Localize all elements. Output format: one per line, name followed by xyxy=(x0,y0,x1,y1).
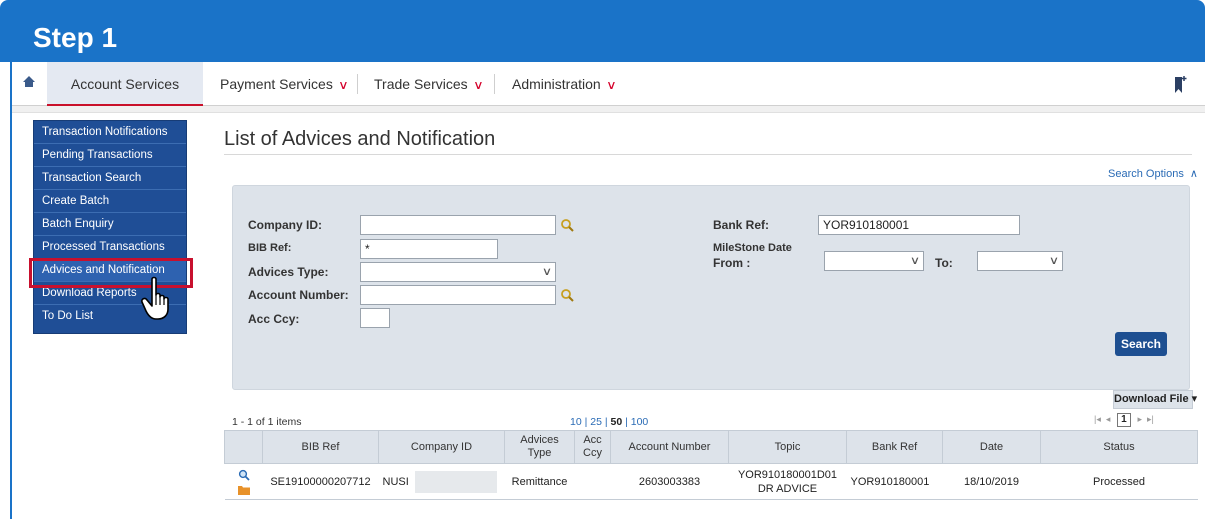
cell-topic: YOR910180001D01 DR ADVICE xyxy=(728,463,847,500)
nav-divider xyxy=(494,74,495,94)
nav-tab-label: Account Services xyxy=(70,76,180,92)
chevron-down-icon: ∨ xyxy=(605,78,617,92)
cell-status: Processed xyxy=(1040,463,1198,500)
nav-tab-label: Payment Services xyxy=(220,76,333,92)
search-icon[interactable] xyxy=(560,288,574,302)
search-icon[interactable] xyxy=(560,218,574,232)
last-page-icon[interactable]: ▸| xyxy=(1147,414,1154,424)
step-title: Step 1 xyxy=(33,22,118,53)
sidebar-item-create-batch[interactable]: Create Batch xyxy=(34,190,186,213)
column-header-bib-ref[interactable]: BIB Ref xyxy=(262,430,379,464)
row-actions xyxy=(224,463,263,500)
column-header-advices-type[interactable]: Advices Type xyxy=(504,430,575,464)
prev-page-icon[interactable]: ◂ xyxy=(1106,414,1111,424)
to-date-select[interactable]: ∨ xyxy=(977,251,1063,271)
column-header-account-number[interactable]: Account Number xyxy=(610,430,729,464)
nav-subbar xyxy=(12,106,1205,113)
chevron-up-icon: ∧ xyxy=(1189,168,1198,180)
column-header-acc-ccy[interactable]: Acc Ccy xyxy=(574,430,611,464)
advices-type-label: Advices Type: xyxy=(248,265,329,279)
milestone-date-label: MileStone Date xyxy=(713,242,792,254)
chevron-down-icon: ∨ xyxy=(337,78,349,92)
cell-account-number: 2603003383 xyxy=(610,463,729,500)
top-nav: Account Services Payment Services ∨ Trade… xyxy=(12,62,1205,106)
company-id-input[interactable] xyxy=(360,215,556,235)
nav-tab-trade-services[interactable]: Trade Services ∨ xyxy=(374,62,484,106)
nav-tab-account-services[interactable]: Account Services xyxy=(47,62,203,106)
table-header-row: BIB Ref Company ID Advices Type Acc Ccy … xyxy=(224,430,1198,464)
cell-acc-ccy xyxy=(574,463,611,500)
chevron-down-icon: ∨ xyxy=(909,255,921,267)
home-icon[interactable] xyxy=(20,73,38,91)
sidebar-item-pending-transactions[interactable]: Pending Transactions xyxy=(34,144,186,167)
sidebar-item-processed-transactions[interactable]: Processed Transactions xyxy=(34,236,186,259)
bib-ref-input[interactable] xyxy=(360,239,498,259)
step-header: Step 1 xyxy=(0,0,1205,62)
nav-tab-administration[interactable]: Administration ∨ xyxy=(512,62,616,106)
column-header-topic[interactable]: Topic xyxy=(728,430,847,464)
from-date-select[interactable]: ∨ xyxy=(824,251,924,271)
search-panel: Company ID: BIB Ref: Advices Type: ∨ Acc… xyxy=(232,185,1190,390)
items-count: 1 - 1 of 1 items xyxy=(232,416,302,428)
search-options-toggle[interactable]: Search Options ∧ xyxy=(1108,167,1198,180)
page-size-option[interactable]: 25 xyxy=(590,416,602,428)
cell-bank-ref: YOR910180001 xyxy=(846,463,943,500)
page-title: List of Advices and Notification xyxy=(224,128,496,150)
company-id-value: NUSI xyxy=(382,475,409,488)
nav-tab-payment-services[interactable]: Payment Services ∨ xyxy=(220,62,349,106)
bookmark-icon[interactable] xyxy=(1172,75,1188,95)
cell-bib-ref: SE19100000207712 xyxy=(262,463,379,500)
bank-ref-label: Bank Ref: xyxy=(713,218,770,232)
page-size-option[interactable]: 10 xyxy=(570,416,582,428)
redacted-mask xyxy=(414,470,497,493)
download-file-label: Download File xyxy=(1114,393,1189,405)
cell-company-id: NUSI xyxy=(378,463,505,500)
column-header-bank-ref[interactable]: Bank Ref xyxy=(846,430,943,464)
results-table: BIB Ref Company ID Advices Type Acc Ccy … xyxy=(224,430,1198,500)
sidebar-item-batch-enquiry[interactable]: Batch Enquiry xyxy=(34,213,186,236)
title-divider xyxy=(224,154,1192,155)
current-page[interactable]: 1 xyxy=(1116,413,1131,427)
download-file-button[interactable]: Download File ▾ xyxy=(1113,390,1197,409)
cell-advices-type: Remittance xyxy=(504,463,575,500)
page-size-selector: 10 | 25 | 50 | 100 xyxy=(570,416,649,428)
caret-down-icon: ▾ xyxy=(1191,393,1198,405)
hand-pointer-icon xyxy=(141,276,169,320)
to-label: To: xyxy=(935,256,953,270)
column-header-status[interactable]: Status xyxy=(1040,430,1198,464)
page-size-option[interactable]: 100 xyxy=(631,416,649,428)
account-number-label: Account Number: xyxy=(248,288,349,302)
chevron-down-icon: ∨ xyxy=(1048,255,1060,267)
search-options-label: Search Options xyxy=(1108,168,1184,180)
cell-date: 18/10/2019 xyxy=(942,463,1041,500)
table-row[interactable]: SE19100000207712 NUSI Remittance 2603003… xyxy=(224,463,1198,500)
pager: |◂ ◂ 1 ▸ ▸| xyxy=(1094,413,1154,427)
account-number-input[interactable] xyxy=(360,285,556,305)
advices-type-select[interactable]: ∨ xyxy=(360,262,556,282)
sidebar-item-transaction-notifications[interactable]: Transaction Notifications xyxy=(34,121,186,144)
nav-tab-label: Administration xyxy=(512,76,601,92)
company-id-label: Company ID: xyxy=(248,218,323,232)
bank-ref-input[interactable] xyxy=(818,215,1020,235)
nav-tab-label: Trade Services xyxy=(374,76,468,92)
sidebar-item-transaction-search[interactable]: Transaction Search xyxy=(34,167,186,190)
actions-column-header xyxy=(224,430,263,464)
view-icon[interactable] xyxy=(238,469,250,481)
first-page-icon[interactable]: |◂ xyxy=(1094,414,1101,424)
from-label: From : xyxy=(713,256,751,270)
bib-ref-label: BIB Ref: xyxy=(248,242,292,254)
acc-ccy-input[interactable] xyxy=(360,308,390,328)
acc-ccy-label: Acc Ccy: xyxy=(248,312,300,326)
column-header-date[interactable]: Date xyxy=(942,430,1041,464)
page-size-option[interactable]: 50 xyxy=(611,416,623,428)
search-button[interactable]: Search xyxy=(1115,332,1167,356)
chevron-down-icon: ∨ xyxy=(541,266,553,278)
next-page-icon[interactable]: ▸ xyxy=(1137,414,1142,424)
nav-divider xyxy=(357,74,358,94)
chevron-down-icon: ∨ xyxy=(472,78,484,92)
grid-toolbar: 1 - 1 of 1 items 10 | 25 | 50 | 100 |◂ ◂… xyxy=(224,412,1198,430)
folder-icon[interactable] xyxy=(237,485,250,495)
column-header-company-id[interactable]: Company ID xyxy=(378,430,505,464)
